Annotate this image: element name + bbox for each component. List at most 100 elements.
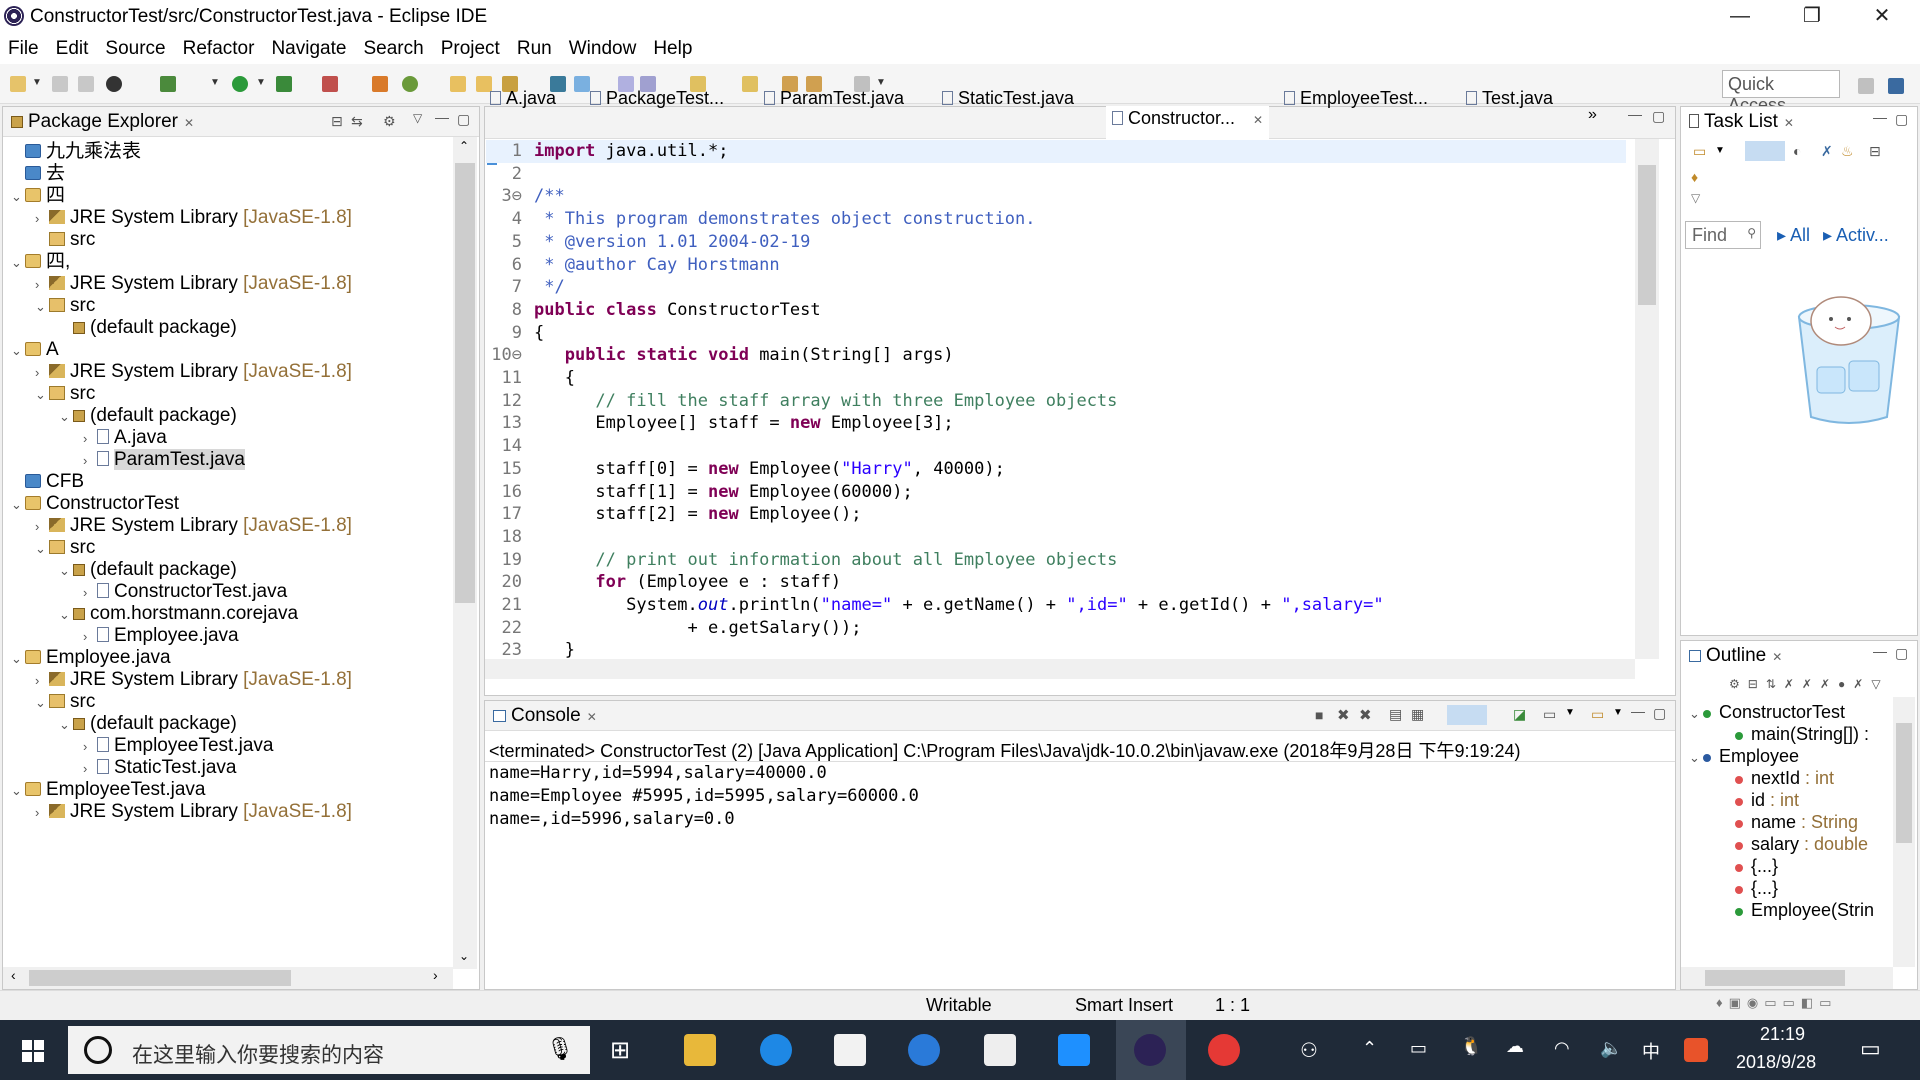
tree-item[interactable]: (default package) bbox=[59, 315, 237, 342]
new-icon[interactable] bbox=[10, 76, 26, 92]
remove-launch-icon[interactable]: ✖ bbox=[1337, 706, 1350, 724]
code-editor[interactable]: 1 import java.util.*; 2 3⊖ /** 4 * This progr… bbox=[486, 140, 1636, 665]
terminate-icon[interactable]: ■ bbox=[1315, 707, 1323, 723]
prev-annotation-icon[interactable] bbox=[742, 76, 758, 92]
maximize-button[interactable]: ❐ bbox=[1782, 0, 1842, 34]
collapse-tasks-icon[interactable]: ⊟ bbox=[1869, 143, 1881, 160]
ime-indicator[interactable]: 中 bbox=[1642, 1038, 1660, 1064]
run-icon[interactable] bbox=[232, 76, 248, 92]
wps-icon[interactable] bbox=[1058, 1034, 1090, 1066]
expanded-chevron-icon[interactable]: ⌄ bbox=[11, 646, 25, 672]
expanded-chevron-icon[interactable]: ⌄ bbox=[1689, 701, 1703, 727]
task-minimize-icon[interactable]: — bbox=[1873, 109, 1887, 125]
scroll-lock-icon[interactable]: ▦ bbox=[1411, 706, 1424, 723]
close-tab-icon[interactable]: ✕ bbox=[1253, 113, 1263, 127]
task-view-icon[interactable]: ⊞ bbox=[610, 1036, 630, 1065]
new-dropdown-icon[interactable]: ▼ bbox=[32, 77, 42, 88]
editor-maximize-icon[interactable]: ▢ bbox=[1652, 108, 1665, 125]
scroll-up-icon[interactable]: ⌃ bbox=[459, 139, 469, 153]
expanded-chevron-icon[interactable]: ⌄ bbox=[11, 778, 25, 804]
tab-constructor-test-active[interactable]: Constructor... ✕ bbox=[1106, 106, 1270, 140]
pin-console-icon[interactable] bbox=[1447, 705, 1487, 725]
expanded-chevron-icon[interactable]: ⌄ bbox=[59, 712, 73, 738]
tab-test-java[interactable]: Test.java bbox=[1466, 88, 1553, 112]
network-icon[interactable]: ◠ bbox=[1554, 1038, 1570, 1059]
expanded-chevron-icon[interactable]: ⌄ bbox=[35, 294, 49, 320]
menu-project[interactable]: Project bbox=[437, 34, 504, 60]
tree-scroll-thumb[interactable] bbox=[455, 163, 475, 603]
expanded-chevron-icon[interactable]: ⌄ bbox=[59, 558, 73, 584]
battery-icon[interactable]: ▭ bbox=[1410, 1038, 1427, 1059]
minimize-button[interactable]: — bbox=[1710, 0, 1770, 34]
onedrive-icon[interactable]: ☁ bbox=[1506, 1036, 1524, 1057]
expanded-chevron-icon[interactable]: ⌄ bbox=[11, 250, 25, 276]
collapse-all-icon[interactable]: ⊟ bbox=[331, 113, 343, 130]
sogou-ime-icon[interactable] bbox=[1684, 1038, 1708, 1062]
menu-refactor[interactable]: Refactor bbox=[179, 34, 259, 60]
editor-scroll-thumb[interactable] bbox=[1638, 165, 1656, 305]
new-console-icon[interactable]: ▭ bbox=[1591, 706, 1604, 723]
external-tools-icon[interactable] bbox=[322, 76, 338, 92]
new-task-icon[interactable]: ▭ bbox=[1693, 143, 1706, 160]
expanded-chevron-icon[interactable]: ⌄ bbox=[11, 338, 25, 364]
taskbar-search-box[interactable]: 在这里输入你要搜索的内容 🎙 bbox=[68, 1026, 590, 1074]
expanded-chevron-icon[interactable]: ⌄ bbox=[35, 690, 49, 716]
new-class-icon[interactable] bbox=[402, 76, 418, 92]
expanded-chevron-icon[interactable]: ⌄ bbox=[59, 404, 73, 430]
cortana-icon[interactable] bbox=[84, 1036, 112, 1064]
edge-browser-icon[interactable] bbox=[760, 1034, 792, 1066]
menu-run[interactable]: Run bbox=[513, 34, 556, 60]
expanded-chevron-icon[interactable]: ⌄ bbox=[11, 184, 25, 210]
tree-item[interactable]: › JRE System Library [JavaSE-1.8] bbox=[35, 799, 352, 826]
sogou-icon[interactable] bbox=[908, 1034, 940, 1066]
display-dropdown-icon[interactable]: ▼ bbox=[1565, 707, 1575, 718]
save-icon[interactable] bbox=[52, 76, 68, 92]
tab-package-test[interactable]: PackageTest... bbox=[590, 88, 724, 112]
eclipse-icon[interactable] bbox=[1134, 1034, 1166, 1066]
save-all-icon[interactable] bbox=[78, 76, 94, 92]
tab-a-java[interactable]: A.java bbox=[490, 88, 556, 112]
new-task-dropdown-icon[interactable]: ▼ bbox=[1715, 145, 1725, 156]
expanded-chevron-icon[interactable]: ⌄ bbox=[59, 602, 73, 628]
console-maximize-icon[interactable]: ▢ bbox=[1653, 705, 1666, 722]
categorized-icon[interactable] bbox=[1745, 141, 1785, 161]
editor-vertical-scrollbar[interactable] bbox=[1635, 139, 1659, 659]
new-java-project-icon[interactable] bbox=[372, 76, 388, 92]
new-console-dropdown-icon[interactable]: ▼ bbox=[1613, 707, 1623, 718]
netease-music-icon[interactable] bbox=[1208, 1034, 1240, 1066]
clock-time[interactable]: 21:19 bbox=[1760, 1024, 1805, 1045]
qq-icon[interactable]: 🐧 bbox=[1460, 1036, 1482, 1057]
java-perspective-icon[interactable] bbox=[1888, 78, 1904, 94]
open-type-icon[interactable] bbox=[450, 76, 466, 92]
tab-param-test[interactable]: ParamTest.java bbox=[764, 88, 904, 112]
outline-hscroll-thumb[interactable] bbox=[1705, 970, 1845, 986]
collapsed-chevron-icon[interactable]: › bbox=[35, 800, 49, 826]
scroll-right-icon[interactable]: › bbox=[433, 967, 438, 983]
debug-icon[interactable] bbox=[160, 76, 176, 92]
skip-breakpoints-icon[interactable] bbox=[106, 76, 122, 92]
tree-hscroll-thumb[interactable] bbox=[29, 970, 291, 986]
expanded-chevron-icon[interactable]: ⌄ bbox=[35, 382, 49, 408]
people-icon[interactable]: ⚇ bbox=[1300, 1038, 1318, 1063]
outline-toolbar-icons[interactable]: ⚙⊟⇅✗✗✗●✗▽ bbox=[1729, 677, 1889, 691]
tree-vertical-scrollbar[interactable]: ⌃ ⌄ bbox=[453, 137, 477, 969]
outline-minimize-icon[interactable]: — bbox=[1873, 643, 1887, 659]
display-console-icon[interactable]: ▭ bbox=[1543, 706, 1556, 723]
close-icon[interactable]: ✕ bbox=[184, 116, 194, 130]
focus-icon[interactable]: ♨ bbox=[1841, 143, 1854, 160]
minimize-view-icon[interactable]: — bbox=[435, 109, 449, 125]
task-view-dropdown-icon[interactable]: ▽ bbox=[1691, 191, 1700, 205]
menu-navigate[interactable]: Navigate bbox=[267, 34, 350, 60]
close-button[interactable]: ✕ bbox=[1852, 0, 1912, 34]
debug-dropdown-icon[interactable]: ▼ bbox=[210, 77, 220, 88]
microphone-icon[interactable]: 🎙 bbox=[546, 1036, 574, 1062]
close-icon[interactable]: ✕ bbox=[1784, 116, 1794, 130]
task-maximize-icon[interactable]: ▢ bbox=[1895, 111, 1908, 128]
tree-item[interactable]: › ParamTest.java bbox=[83, 447, 245, 474]
maximize-view-icon[interactable]: ▢ bbox=[457, 111, 470, 128]
expanded-chevron-icon[interactable]: ⌄ bbox=[1689, 745, 1703, 771]
tab-employee-test[interactable]: EmployeeTest... bbox=[1284, 88, 1428, 112]
menu-search[interactable]: Search bbox=[359, 34, 427, 60]
clear-console-icon[interactable]: ▤ bbox=[1389, 706, 1402, 723]
windows-start-icon[interactable] bbox=[22, 1040, 44, 1062]
